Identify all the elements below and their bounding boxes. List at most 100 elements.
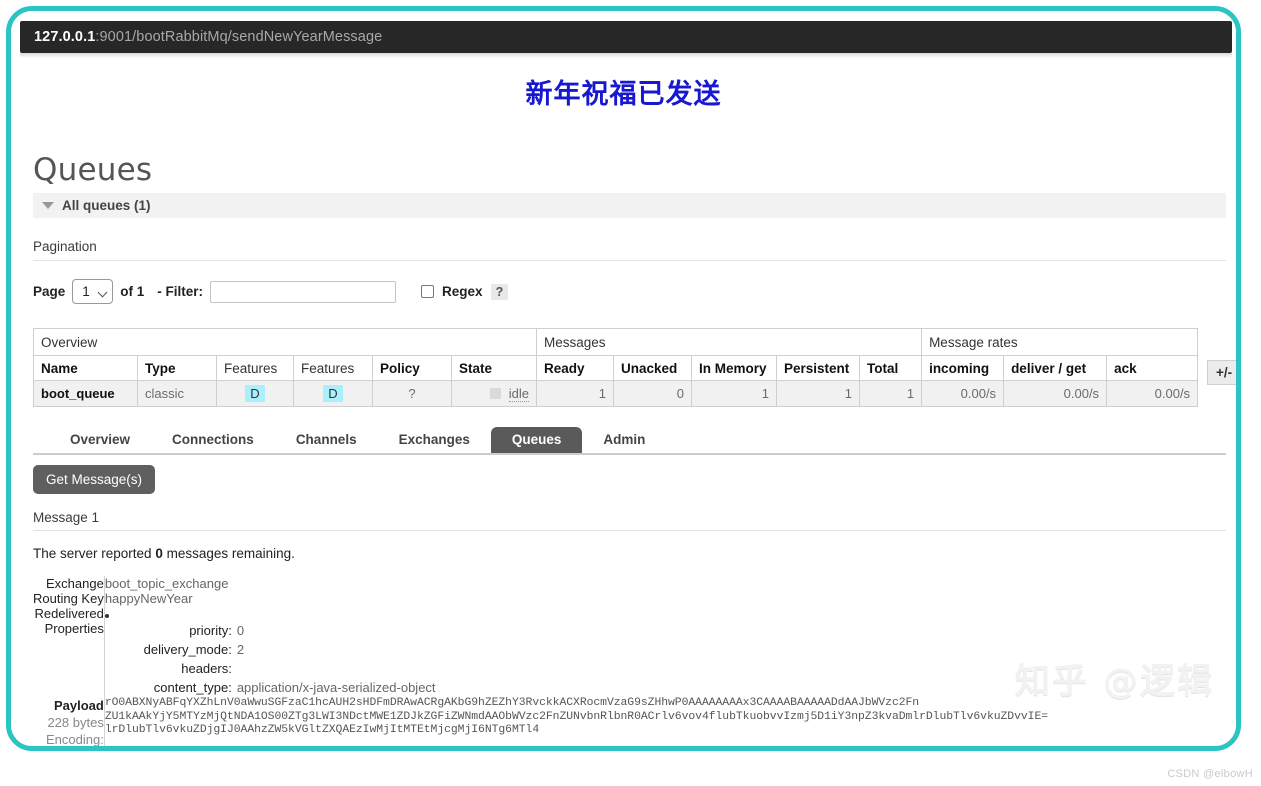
- property-key: content_type:: [105, 678, 237, 697]
- screenshot-root: 127.0.0.1:9001/bootRabbitMq/sendNewYearM…: [0, 0, 1261, 786]
- cell-policy: ?: [373, 381, 452, 407]
- main-nav-tabs: Overview Connections Channels Exchanges …: [33, 426, 1226, 455]
- cell-total: 1: [860, 381, 922, 407]
- cell-queue-name[interactable]: boot_queue: [34, 381, 138, 407]
- bullet-icon: [105, 614, 109, 618]
- message-detail-table: Exchange boot_topic_exchange Routing Key…: [33, 576, 1048, 746]
- cell-in-memory: 1: [692, 381, 777, 407]
- property-value: 0: [237, 621, 244, 640]
- message-heading: Message 1: [33, 510, 1220, 525]
- column-features-2[interactable]: Features: [294, 356, 373, 381]
- server-report-prefix: The server reported: [33, 546, 155, 561]
- tab-exchanges[interactable]: Exchanges: [378, 427, 491, 454]
- tab-connections[interactable]: Connections: [151, 427, 275, 454]
- cell-persistent: 1: [777, 381, 860, 407]
- column-ack[interactable]: ack: [1107, 356, 1198, 381]
- pagination-controls: Page 1 of 1 - Filter: Regex: [33, 279, 1220, 304]
- table-row[interactable]: boot_queue classic D D ?: [34, 381, 1198, 407]
- properties-label: Properties: [33, 621, 104, 697]
- property-row: content_type: application/x-java-seriali…: [105, 678, 1048, 697]
- property-value: 2: [237, 640, 244, 659]
- cell-features-2: D: [294, 381, 373, 407]
- property-row: headers:: [105, 659, 1048, 678]
- state-indicator-icon: [490, 388, 501, 399]
- cell-deliver-get: 0.00/s: [1004, 381, 1107, 407]
- help-icon[interactable]: ?: [491, 284, 509, 300]
- filter-label: - Filter:: [157, 284, 203, 299]
- group-header-messages: Messages: [537, 329, 922, 356]
- state-wrapper: idle: [459, 386, 529, 402]
- get-messages-button[interactable]: Get Message(s): [33, 465, 155, 494]
- property-row: delivery_mode: 2: [105, 640, 1048, 659]
- payload-body: rO0ABXNyABFqYXZhLnV0aWwuSGFzaC1hcAUH2sHD…: [104, 697, 1048, 746]
- regex-label: Regex: [442, 284, 483, 299]
- column-in-memory[interactable]: In Memory: [692, 356, 777, 381]
- column-incoming[interactable]: incoming: [922, 356, 1004, 381]
- server-report-suffix: messages remaining.: [163, 546, 295, 561]
- group-header-message-rates: Message rates: [922, 329, 1198, 356]
- all-queues-label: All queues (1): [62, 198, 151, 213]
- column-type[interactable]: Type: [138, 356, 217, 381]
- address-bar[interactable]: 127.0.0.1:9001/bootRabbitMq/sendNewYearM…: [20, 21, 1232, 53]
- address-host: 127.0.0.1: [34, 29, 95, 45]
- detail-row-exchange: Exchange boot_topic_exchange: [33, 576, 1048, 591]
- message-divider: [33, 530, 1226, 531]
- payload-encoding: Encoding: base64: [33, 731, 104, 746]
- queues-table: Overview Messages Message rates Name Typ…: [33, 328, 1198, 407]
- column-total[interactable]: Total: [860, 356, 922, 381]
- cell-unacked: 0: [614, 381, 692, 407]
- cell-state: idle: [452, 381, 537, 407]
- payload-labels: Payload 228 bytes Encoding: base64: [33, 697, 104, 746]
- cell-ack: 0.00/s: [1107, 381, 1198, 407]
- column-persistent[interactable]: Persistent: [777, 356, 860, 381]
- server-report-count: 0: [155, 546, 163, 561]
- column-ready[interactable]: Ready: [537, 356, 614, 381]
- column-features-1[interactable]: Features: [217, 356, 294, 381]
- server-report-line: The server reported 0 messages remaining…: [33, 546, 1220, 561]
- group-header-overview: Overview: [34, 329, 537, 356]
- address-path: :9001/bootRabbitMq/sendNewYearMessage: [95, 29, 382, 45]
- tab-channels[interactable]: Channels: [275, 427, 378, 454]
- page-banner-title: 新年祝福已发送: [11, 72, 1236, 111]
- columns-toggle-button[interactable]: +/-: [1207, 360, 1236, 385]
- column-name[interactable]: Name: [34, 356, 138, 381]
- table-column-header-row: Name Type Features Features Policy State…: [34, 356, 1198, 381]
- detail-row-properties: Properties priority: 0 delivery_mode: 2: [33, 621, 1048, 697]
- property-row: priority: 0: [105, 621, 1048, 640]
- tab-admin[interactable]: Admin: [582, 427, 666, 454]
- page-select-wrapper: 1: [72, 279, 113, 304]
- regex-checkbox[interactable]: [421, 285, 434, 298]
- watermark-zhihu: 知乎 @逻辑: [1015, 653, 1214, 704]
- column-unacked[interactable]: Unacked: [614, 356, 692, 381]
- pagination-label: Pagination: [33, 239, 1220, 254]
- routing-key-value: happyNewYear: [104, 591, 1048, 606]
- page-title: Queues: [33, 152, 1220, 188]
- detail-row-payload: Payload 228 bytes Encoding: base64 rO0AB…: [33, 697, 1048, 746]
- column-state[interactable]: State: [452, 356, 537, 381]
- tab-overview[interactable]: Overview: [49, 427, 151, 454]
- chevron-down-icon[interactable]: [42, 202, 54, 209]
- column-deliver-get[interactable]: deliver / get: [1004, 356, 1107, 381]
- routing-key-label: Routing Key: [33, 591, 104, 606]
- cell-features-1: D: [217, 381, 294, 407]
- state-text: idle: [509, 386, 529, 402]
- redelivered-label: Redelivered: [33, 606, 104, 621]
- exchange-label: Exchange: [33, 576, 104, 591]
- detail-row-redelivered: Redelivered: [33, 606, 1048, 621]
- page-select[interactable]: 1: [72, 279, 113, 304]
- payload-label: Payload: [33, 697, 104, 714]
- durable-badge: D: [245, 385, 264, 402]
- filter-input[interactable]: [210, 281, 396, 303]
- pagination-divider: [33, 260, 1226, 261]
- browser-viewport: 127.0.0.1:9001/bootRabbitMq/sendNewYearM…: [11, 11, 1236, 746]
- cell-ready: 1: [537, 381, 614, 407]
- property-key: headers:: [105, 659, 237, 678]
- cell-queue-type: classic: [138, 381, 217, 407]
- property-value: application/x-java-serialized-object: [237, 678, 436, 697]
- cell-incoming: 0.00/s: [922, 381, 1004, 407]
- tab-queues[interactable]: Queues: [491, 427, 583, 454]
- exchange-value: boot_topic_exchange: [104, 576, 1048, 591]
- column-policy[interactable]: Policy: [373, 356, 452, 381]
- payload-size: 228 bytes: [33, 714, 104, 731]
- all-queues-header[interactable]: All queues (1): [33, 193, 1226, 218]
